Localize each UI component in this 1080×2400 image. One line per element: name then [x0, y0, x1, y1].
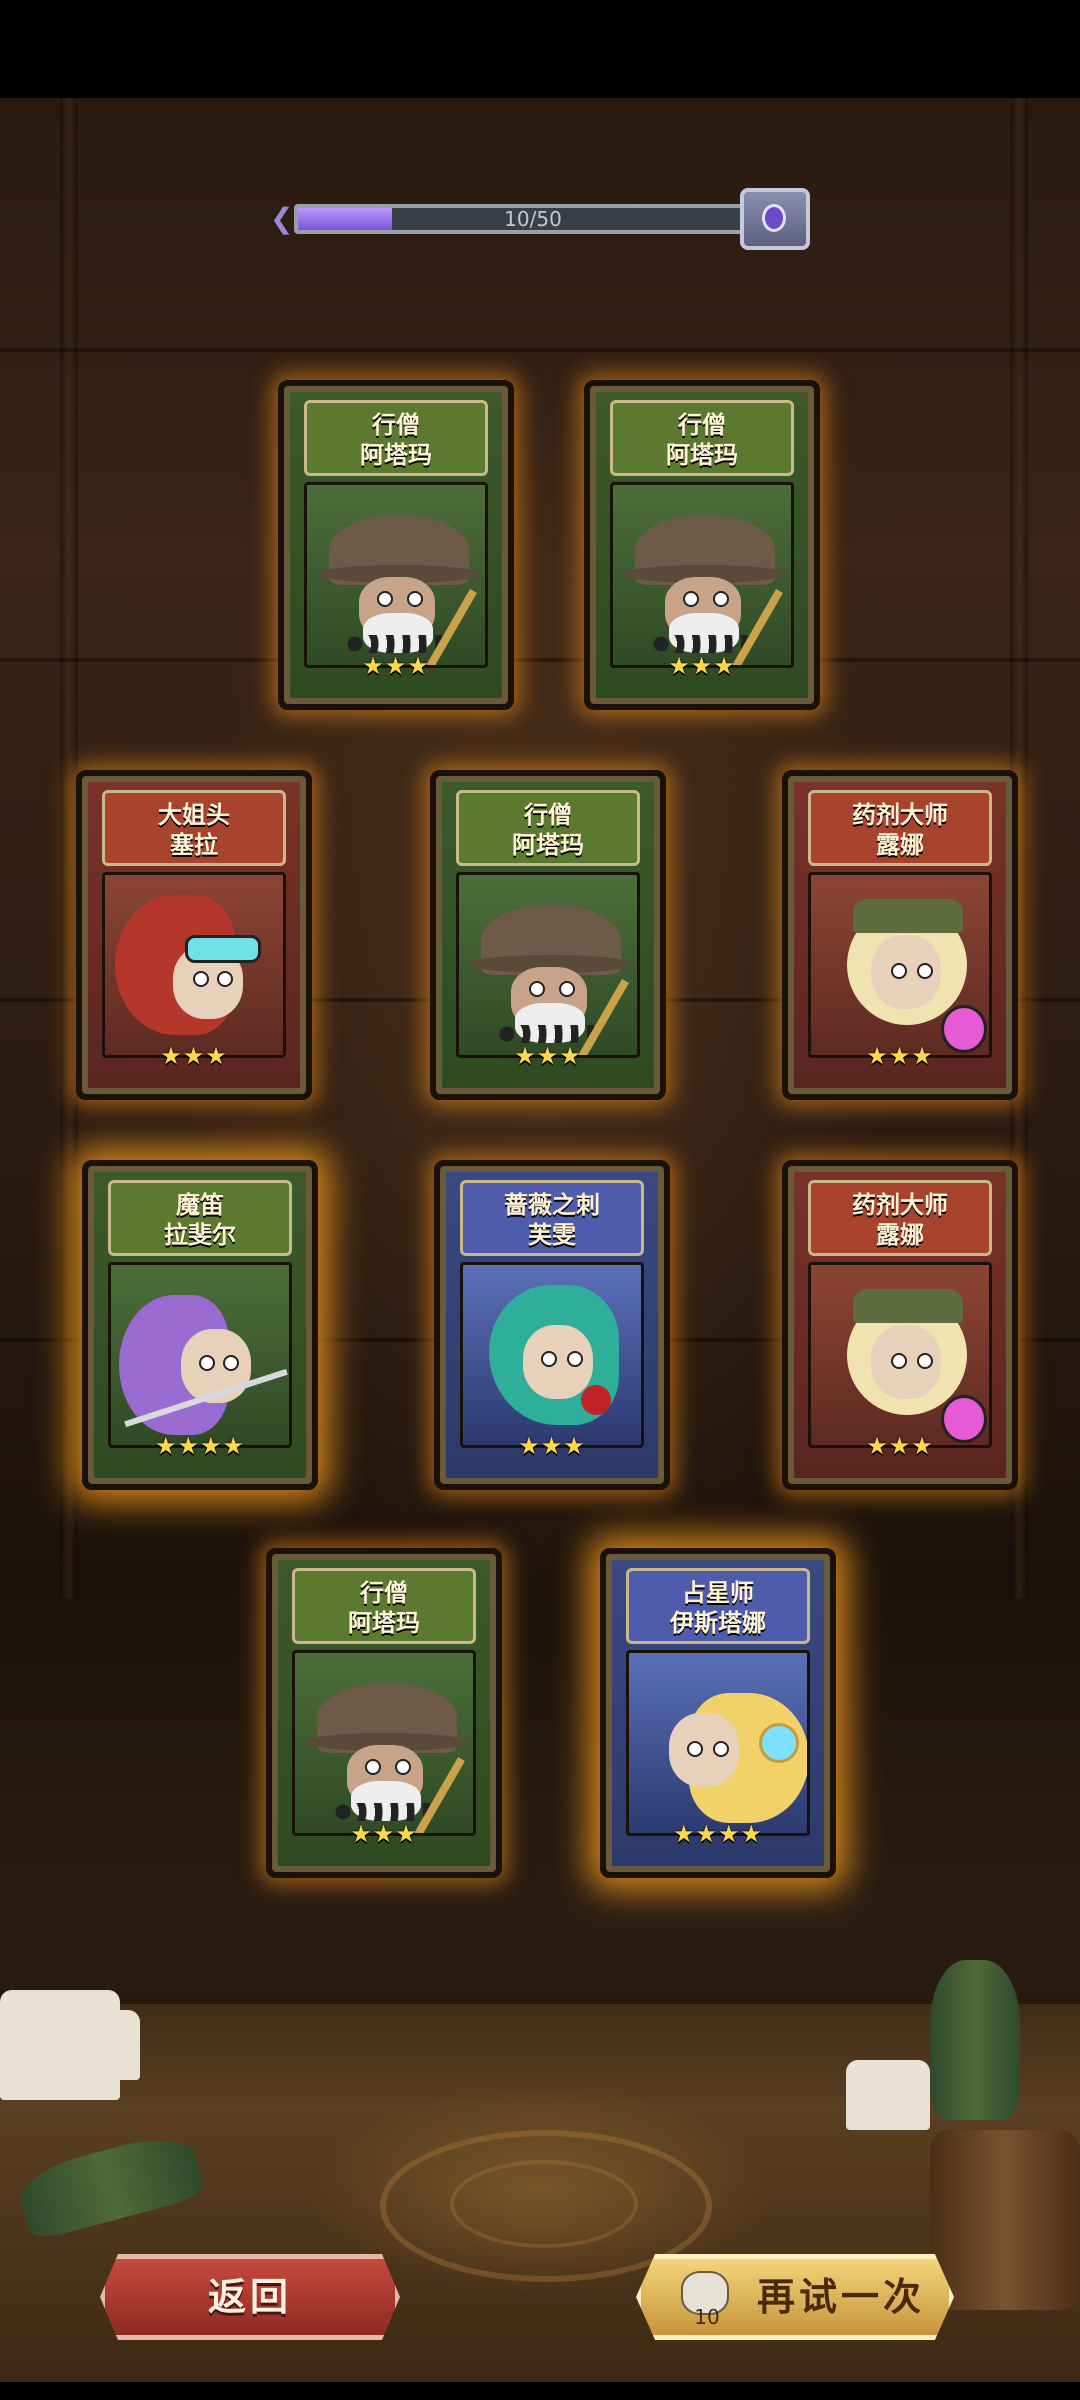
monk-portrait: [304, 482, 488, 668]
table-sigil-inner: [450, 2160, 638, 2248]
hero-name: 阿塔玛: [666, 441, 738, 469]
star-rating: ★★★: [668, 652, 736, 680]
navigation-bar-area: [0, 2382, 1080, 2400]
table-edge: [0, 1990, 1080, 2004]
status-bar-area: [0, 0, 1080, 98]
candle-right: [846, 2060, 930, 2130]
hero-card-title: 魔笛 拉斐尔: [108, 1180, 292, 1256]
hero-card[interactable]: 行僧 阿塔玛 ★★★: [266, 1548, 502, 1878]
hero-title-line1: 行僧: [372, 411, 420, 439]
hero-title-line1: 行僧: [678, 411, 726, 439]
hero-name: 伊斯塔娜: [670, 1609, 766, 1637]
wood-plank-line: [0, 658, 1080, 662]
raphael-portrait: [108, 1262, 292, 1448]
barrel-right: [930, 2130, 1080, 2310]
hero-card-title: 行僧 阿塔玛: [304, 400, 488, 476]
star-rating: ★★★: [362, 652, 430, 680]
sera-portrait: [102, 872, 286, 1058]
star-rating: ★★★: [866, 1432, 934, 1460]
hero-card[interactable]: 药剂大师 露娜 ★★★: [782, 1160, 1018, 1490]
hero-card[interactable]: 行僧 阿塔玛 ★★★: [584, 380, 820, 710]
progress-text: 10/50: [504, 207, 562, 231]
star-rating: ★★★: [514, 1042, 582, 1070]
star-rating: ★★★: [866, 1042, 934, 1070]
star-rating: ★★★★: [672, 1820, 764, 1848]
hero-card-title: 占星师 伊斯塔娜: [626, 1568, 810, 1644]
star-rating: ★★★: [518, 1432, 586, 1460]
monk-portrait: [610, 482, 794, 668]
hero-name: 阿塔玛: [348, 1609, 420, 1637]
luna-portrait: [808, 872, 992, 1058]
hero-name: 露娜: [876, 831, 924, 859]
bottle-right: [930, 1960, 1020, 2120]
hero-name: 阿塔玛: [512, 831, 584, 859]
hero-card[interactable]: 蔷薇之刺 芙雯 ★★★: [434, 1160, 670, 1490]
monk-portrait: [456, 872, 640, 1058]
monk-portrait: [292, 1650, 476, 1836]
hero-title-line1: 魔笛: [176, 1191, 224, 1219]
hero-card-title: 行僧 阿塔玛: [292, 1568, 476, 1644]
hero-card-title: 药剂大师 露娜: [808, 790, 992, 866]
fuwen-portrait: [460, 1262, 644, 1448]
retry-cost: 10: [694, 2305, 720, 2329]
star-rating: ★★★: [350, 1820, 418, 1848]
hero-title-line1: 蔷薇之刺: [504, 1191, 600, 1219]
hero-card[interactable]: 大姐头 塞拉 ★★★: [76, 770, 312, 1100]
hero-name: 阿塔玛: [360, 441, 432, 469]
retry-label: 再试一次: [756, 2275, 925, 2319]
star-rating: ★★★: [160, 1042, 228, 1070]
hero-title-line1: 药剂大师: [852, 1191, 948, 1219]
hero-card-title: 药剂大师 露娜: [808, 1180, 992, 1256]
reward-chest-icon[interactable]: [740, 188, 810, 250]
hero-card-title: 行僧 阿塔玛: [456, 790, 640, 866]
hero-card[interactable]: 行僧 阿塔玛 ★★★: [278, 380, 514, 710]
hero-name: 露娜: [876, 1221, 924, 1249]
candle-left: [70, 2010, 140, 2080]
hero-name: 塞拉: [170, 831, 218, 859]
star-rating: ★★★★: [154, 1432, 246, 1460]
hero-card-title: 蔷薇之刺 芙雯: [460, 1180, 644, 1256]
progress-track: 10/50: [294, 204, 772, 234]
hero-card[interactable]: 魔笛 拉斐尔 ★★★★: [82, 1160, 318, 1490]
hero-card-title: 行僧 阿塔玛: [610, 400, 794, 476]
wood-plank-line: [0, 348, 1080, 352]
hero-title-line1: 药剂大师: [852, 801, 948, 829]
hero-card-title: 大姐头 塞拉: [102, 790, 286, 866]
luna-portrait: [808, 1262, 992, 1448]
hero-name: 拉斐尔: [164, 1221, 236, 1249]
hero-card[interactable]: 占星师 伊斯塔娜 ★★★★: [600, 1548, 836, 1878]
summon-progress-bar: ❮ 10/50: [270, 188, 815, 250]
hero-title-line1: 占星师: [682, 1579, 754, 1607]
back-button[interactable]: 返回: [100, 2254, 400, 2340]
hero-name: 芙雯: [528, 1221, 576, 1249]
hero-title-line1: 大姐头: [158, 801, 230, 829]
retry-button[interactable]: 10 再试一次: [636, 2254, 954, 2340]
hero-card[interactable]: 药剂大师 露娜 ★★★: [782, 770, 1018, 1100]
hero-card[interactable]: 行僧 阿塔玛 ★★★: [430, 770, 666, 1100]
hero-title-line1: 行僧: [360, 1579, 408, 1607]
istana-portrait: [626, 1650, 810, 1836]
hero-title-line1: 行僧: [524, 801, 572, 829]
